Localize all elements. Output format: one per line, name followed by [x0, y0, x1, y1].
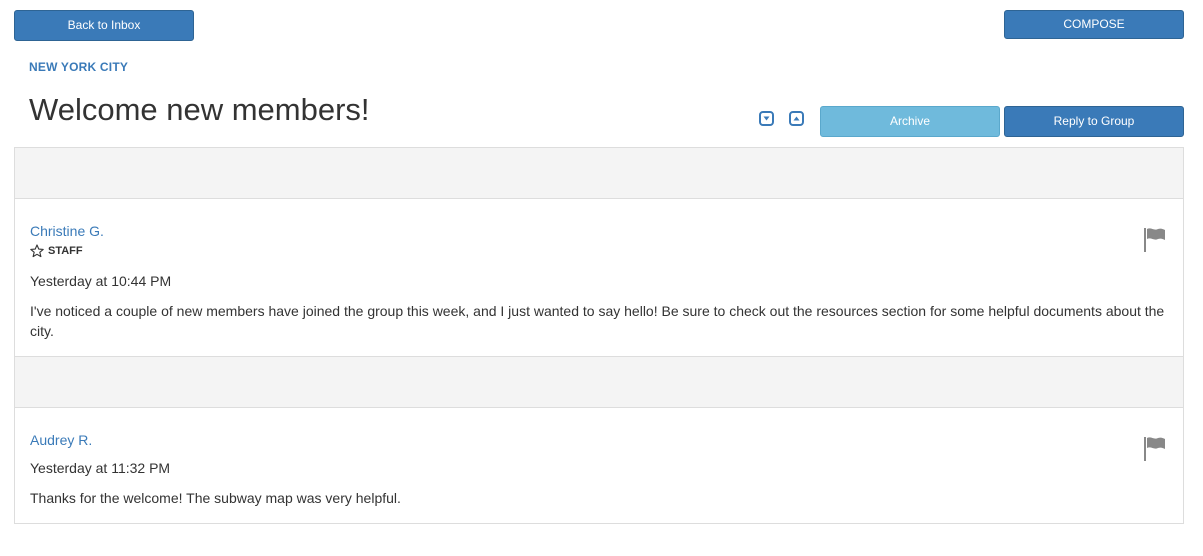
- thread-title: Welcome new members!: [29, 92, 370, 127]
- arrow-up-icon[interactable]: [789, 111, 804, 126]
- flag-icon[interactable]: [1143, 436, 1167, 462]
- back-to-inbox-button[interactable]: Back to Inbox: [14, 10, 194, 41]
- star-outline-icon: [30, 244, 44, 258]
- message: Christine G. STAFF Yesterday at 10:44 PM…: [14, 199, 1184, 357]
- message-header: [14, 147, 1184, 199]
- staff-badge: STAFF: [30, 244, 83, 258]
- flag-icon[interactable]: [1143, 227, 1167, 253]
- message-author[interactable]: Audrey R.: [30, 432, 92, 448]
- message: Audrey R. Yesterday at 11:32 PM Thanks f…: [14, 408, 1184, 524]
- message-text: Thanks for the welcome! The subway map w…: [30, 490, 401, 506]
- archive-button[interactable]: Archive: [820, 106, 1000, 137]
- badge-label: STAFF: [48, 245, 83, 257]
- reply-to-group-button[interactable]: Reply to Group: [1004, 106, 1184, 137]
- message-timestamp: Yesterday at 11:32 PM: [30, 460, 171, 476]
- message-timestamp: Yesterday at 10:44 PM: [30, 273, 172, 289]
- message-author[interactable]: Christine G.: [30, 223, 104, 239]
- message-header: [14, 356, 1184, 408]
- group-name: NEW YORK CITY: [29, 60, 129, 74]
- compose-button[interactable]: COMPOSE: [1004, 10, 1184, 39]
- message-text: I've noticed a couple of new members hav…: [30, 303, 1165, 339]
- arrow-down-icon[interactable]: [759, 111, 774, 126]
